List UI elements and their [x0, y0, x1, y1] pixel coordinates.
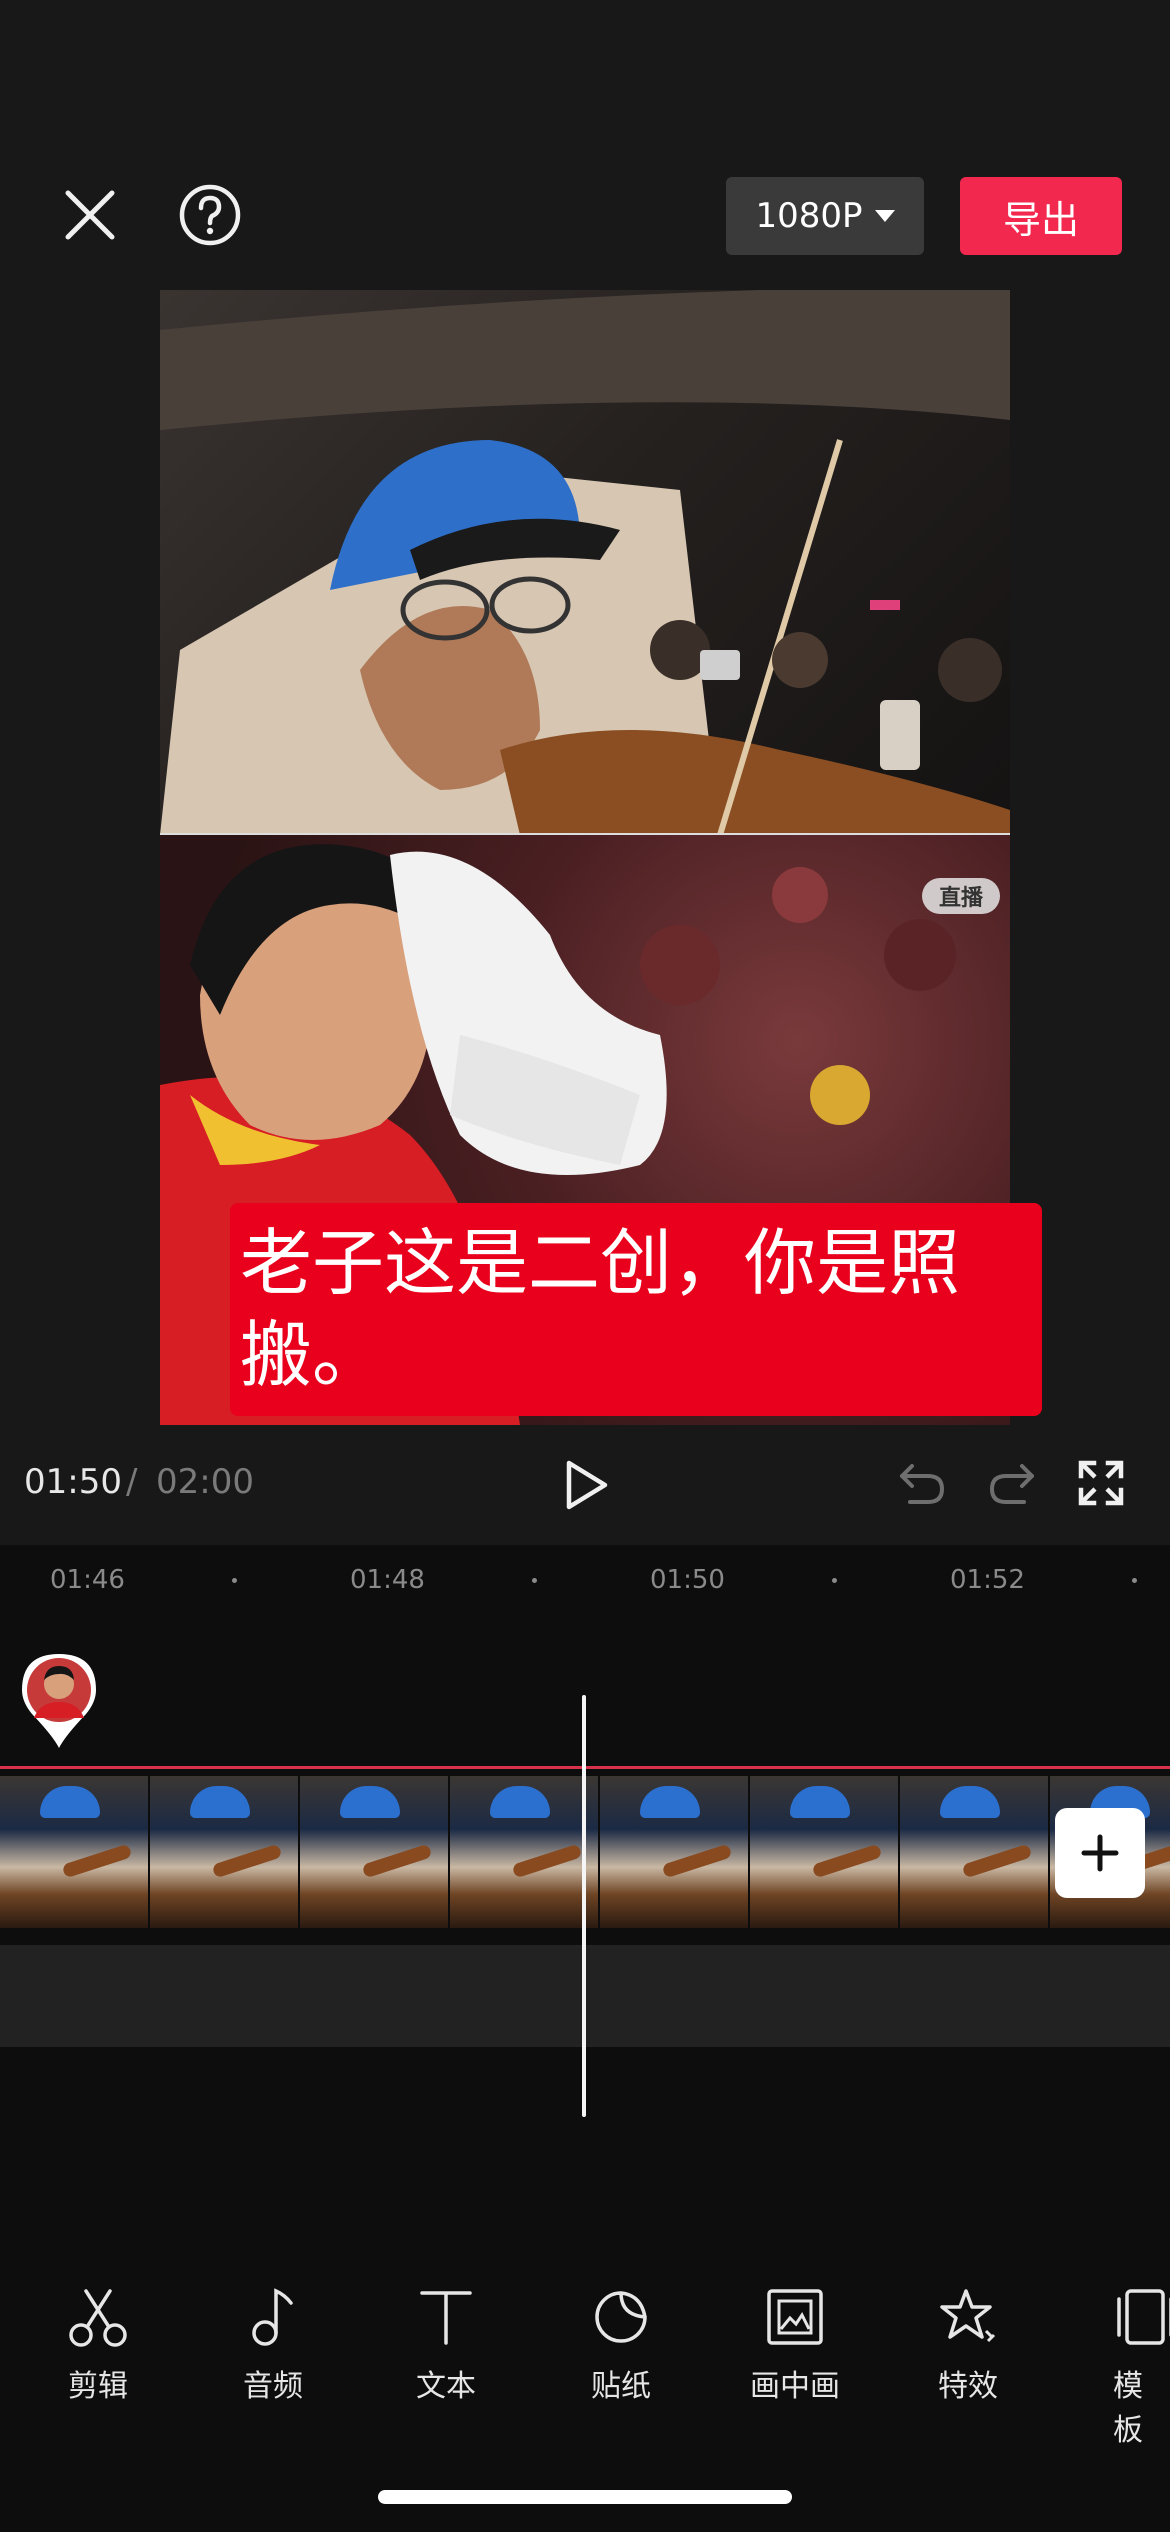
effects-star-icon [940, 2289, 996, 2343]
resolution-dropdown[interactable]: 1080P [726, 177, 924, 255]
help-button[interactable] [170, 175, 250, 255]
overlay-clip-thumbnail [22, 1654, 96, 1748]
template-icon [1117, 2289, 1170, 2345]
tool-text[interactable]: 文本 [381, 2285, 511, 2405]
ruler-tick-dot [1132, 1578, 1137, 1583]
tool-template[interactable]: 模板 [1077, 2285, 1170, 2449]
current-time: 01:50 [24, 1462, 122, 1502]
tool-edit-label: 剪辑 [68, 2369, 128, 2404]
home-indicator[interactable] [378, 2490, 792, 2504]
tool-sticker[interactable]: 贴纸 [556, 2285, 686, 2405]
clip-frame-thumbnail [900, 1776, 1048, 1928]
tool-audio[interactable]: 音频 [208, 2285, 338, 2405]
clip-frame-thumbnail [600, 1776, 748, 1928]
tool-picture-in-picture[interactable]: 画中画 [730, 2285, 860, 2405]
tool-sticker-label: 贴纸 [591, 2369, 651, 2404]
preview-scene-violinist [160, 290, 1010, 836]
scissors-icon [69, 2289, 127, 2347]
clip-frame-thumbnail [0, 1776, 148, 1928]
undo-icon [900, 1464, 945, 1504]
resolution-label: 1080P [755, 196, 863, 236]
ruler-tick-dot [832, 1578, 837, 1583]
tool-audio-label: 音频 [243, 2369, 303, 2404]
add-clip-button[interactable] [1055, 1808, 1145, 1898]
export-button[interactable]: 导出 [960, 177, 1122, 255]
redo-button[interactable] [988, 1458, 1036, 1506]
clip-frame-thumbnail [750, 1776, 898, 1928]
tool-template-label: 模板 [1113, 2369, 1143, 2448]
close-icon [65, 190, 115, 240]
clip-frame-thumbnail [300, 1776, 448, 1928]
overlay-clip-marker[interactable] [20, 1652, 98, 1752]
fullscreen-icon [1078, 1460, 1124, 1506]
close-button[interactable] [50, 175, 130, 255]
ruler-tick-dot [532, 1578, 537, 1583]
picture-in-picture-icon [767, 2289, 823, 2345]
tool-pip-label: 画中画 [750, 2369, 840, 2404]
redo-icon [989, 1464, 1034, 1504]
ruler-tick-dot [232, 1578, 237, 1583]
tool-text-label: 文本 [416, 2369, 476, 2404]
ruler-label: 01:50 [650, 1565, 725, 1595]
ruler-label: 01:52 [950, 1565, 1025, 1595]
play-button[interactable] [555, 1455, 615, 1515]
fullscreen-button[interactable] [1078, 1460, 1124, 1506]
music-note-icon [252, 2288, 293, 2346]
clip-frame-thumbnail [450, 1776, 598, 1928]
text-icon [420, 2291, 472, 2345]
plus-icon [1081, 1834, 1119, 1872]
tool-effects[interactable]: 特效 [903, 2285, 1033, 2405]
help-icon [179, 184, 241, 246]
play-icon [566, 1460, 608, 1510]
sticker-icon [595, 2291, 647, 2343]
violinist-illustration [160, 290, 1010, 836]
clip-frame-thumbnail [150, 1776, 298, 1928]
ruler-label: 01:46 [50, 1565, 125, 1595]
tool-effects-label: 特效 [938, 2369, 998, 2404]
time-separator: / [126, 1462, 138, 1502]
total-time: 02:00 [156, 1462, 254, 1502]
tool-edit[interactable]: 剪辑 [33, 2285, 163, 2405]
live-badge: 直播 [922, 878, 1000, 914]
caption-text[interactable]: 老子这是二创，你是照搬。 [230, 1203, 1042, 1416]
caret-down-icon [874, 210, 895, 222]
ruler-label: 01:48 [350, 1565, 425, 1595]
undo-button[interactable] [898, 1458, 946, 1506]
playhead[interactable] [582, 1695, 586, 2117]
